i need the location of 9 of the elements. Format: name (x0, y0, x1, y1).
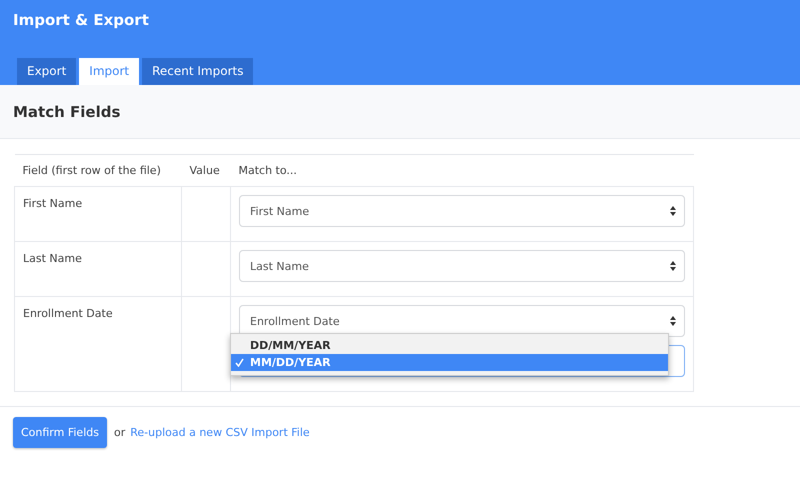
table-cell: Last Name (14, 242, 182, 296)
or-text: or (114, 426, 126, 439)
table-cell: Enrollment Date (14, 296, 182, 392)
column-header: Field (first row of the file) (14, 154, 182, 186)
table-cell: First Name (14, 186, 182, 242)
section-title: Match Fields (13, 102, 120, 120)
column-header: Value (182, 154, 230, 186)
column-header: Match to... (230, 154, 694, 186)
page-title: Import & Export (13, 10, 150, 29)
